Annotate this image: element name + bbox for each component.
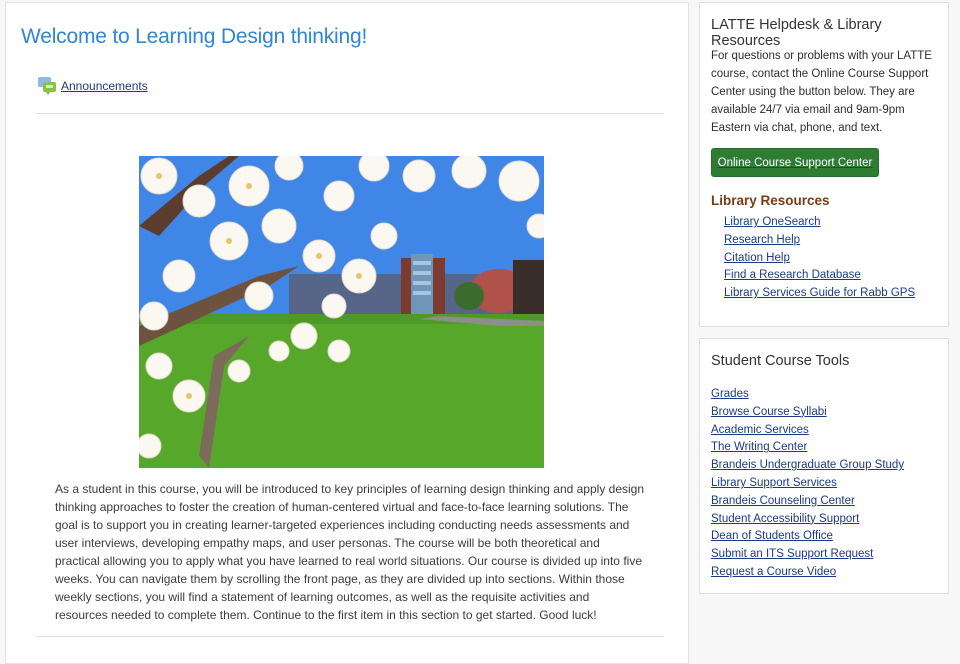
tool-link-its-support-request[interactable]: Submit an ITS Support Request <box>711 548 873 560</box>
tool-link-course-video[interactable]: Request a Course Video <box>711 566 836 578</box>
campus-hero-image <box>139 156 544 468</box>
library-links-list: Library OneSearch Research Help Citation… <box>724 212 915 301</box>
section-divider-bottom <box>36 636 664 637</box>
library-link-onesearch[interactable]: Library OneSearch <box>724 216 821 228</box>
library-link-research-help[interactable]: Research Help <box>724 234 800 246</box>
tool-link-group-study[interactable]: Brandeis Undergraduate Group Study <box>711 459 904 471</box>
campus-photo-illustration <box>139 156 544 468</box>
library-link-services-guide[interactable]: Library Services Guide for Rabb GPS <box>724 287 915 299</box>
tool-link-browse-syllabi[interactable]: Browse Course Syllabi <box>711 406 827 418</box>
tools-title: Student Course Tools <box>711 353 850 369</box>
library-link-find-database[interactable]: Find a Research Database <box>724 269 861 281</box>
tool-link-dean-of-students[interactable]: Dean of Students Office <box>711 530 833 542</box>
section-divider <box>36 113 664 114</box>
tool-link-accessibility-support[interactable]: Student Accessibility Support <box>711 513 859 525</box>
course-main-panel: Welcome to Learning Design thinking! Ann… <box>5 2 689 664</box>
helpdesk-block: LATTE Helpdesk & Library Resources For q… <box>699 2 949 327</box>
tools-links-list: Grades Browse Course Syllabi Academic Se… <box>711 384 904 580</box>
tool-link-writing-center[interactable]: The Writing Center <box>711 441 807 453</box>
tool-link-grades[interactable]: Grades <box>711 388 749 400</box>
helpdesk-text: For questions or problems with your LATT… <box>711 50 932 134</box>
online-course-support-button[interactable]: Online Course Support Center <box>711 148 879 177</box>
course-title: Welcome to Learning Design thinking! <box>21 25 368 48</box>
tool-link-library-support[interactable]: Library Support Services <box>711 477 837 489</box>
forum-icon <box>38 76 58 96</box>
helpdesk-title: LATTE Helpdesk & Library Resources <box>711 17 882 49</box>
course-description: As a student in this course, you will be… <box>55 482 645 622</box>
tool-link-counseling-center[interactable]: Brandeis Counseling Center <box>711 495 855 507</box>
announcements-link[interactable]: Announcements <box>61 79 148 93</box>
tool-link-academic-services[interactable]: Academic Services <box>711 424 809 436</box>
library-resources-heading: Library Resources <box>711 193 830 208</box>
announcements-row: Announcements <box>38 76 148 96</box>
library-link-citation-help[interactable]: Citation Help <box>724 252 790 264</box>
student-course-tools-block: Student Course Tools Grades Browse Cours… <box>699 338 949 594</box>
